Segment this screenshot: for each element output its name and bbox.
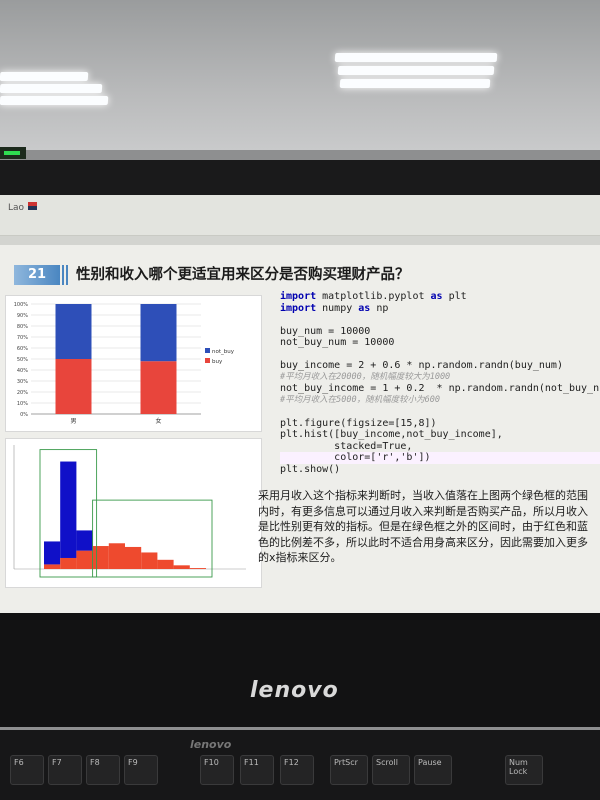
keyboard-key[interactable]: Num Lock [505, 755, 543, 785]
toolbar-icon[interactable]: Lao [8, 203, 24, 213]
x-tick-label: 男 [70, 418, 76, 425]
histogram-bar-red [108, 543, 125, 569]
keyboard-key[interactable]: Pause [414, 755, 452, 785]
ceiling-light [0, 84, 103, 93]
code-line: not_buy_num = 10000 [280, 337, 395, 348]
y-tick-label: 40% [17, 368, 28, 374]
code-line: stacked=True, [280, 440, 413, 452]
income-histogram [5, 438, 262, 588]
ceiling-background [0, 0, 600, 150]
y-tick-label: 20% [17, 390, 28, 396]
monitor-logo: lenovo [250, 678, 339, 703]
legend-swatch [205, 358, 210, 363]
explanation-paragraph: 采用月收入这个指标来判断时，当收入值落在上图两个绿色框的范围内时，有更多信息可以… [258, 488, 598, 566]
histogram-bar-red [92, 546, 109, 569]
y-tick-label: 60% [17, 346, 28, 352]
y-tick-label: 100% [14, 302, 29, 308]
histogram-bar-blue [60, 461, 77, 558]
monitor-chin [0, 612, 600, 727]
app-toolbar: Lao [0, 195, 600, 236]
y-tick-label: 80% [17, 324, 28, 330]
code-line: buy_num = 10000 [280, 325, 371, 337]
code-keyword: as [358, 302, 371, 314]
code-comment-line: #平均月收入在5000，随机幅度较小为600 [280, 394, 440, 405]
histogram-bar-red [125, 546, 142, 569]
keyboard-key[interactable]: F12 [280, 755, 314, 785]
exit-sign [0, 147, 26, 159]
ceiling-light [334, 53, 498, 62]
histogram-bar-red [141, 552, 158, 569]
ceiling-light [339, 79, 491, 88]
keyboard-key[interactable]: F6 [10, 755, 44, 785]
legend-label: buy [212, 359, 223, 365]
histogram-bar-red [60, 557, 77, 569]
slide-title: 性别和收入哪个更适宜用来区分是否购买理财产品？ [76, 267, 410, 283]
stacked-percent-chart-svg: 0% 10% 20% 30% 40% 50% 60% 70% 80% 90% 100% 男 女 not_b… [14, 302, 235, 425]
code-line: buy_income = 2 + 0.6 * np.random.randn(b… [280, 360, 563, 371]
y-tick-label: 70% [17, 335, 28, 341]
histogram-bar-red [173, 565, 190, 569]
bar-not_buy [140, 304, 177, 362]
code-line: color=['r','b']) [280, 452, 600, 464]
ceiling-light [0, 72, 89, 81]
legend-swatch [205, 348, 210, 353]
keyboard-key[interactable]: Scroll [372, 755, 410, 785]
bar-buy [140, 361, 177, 414]
ceiling-light [337, 66, 495, 75]
legend-label: not_buy [212, 349, 235, 355]
keyboard-logo: lenovo [190, 738, 232, 751]
keyboard-key[interactable]: F11 [240, 755, 274, 785]
histogram-bar-blue [44, 541, 61, 565]
histogram-bar-red [189, 568, 206, 569]
code-keyword: as [430, 291, 443, 302]
code-line: plt.figure(figsize=[15,8]) [280, 417, 437, 429]
bar-not_buy [55, 304, 92, 359]
keyboard-key[interactable]: PrtScr [330, 755, 368, 785]
histogram-bar-red [157, 559, 174, 569]
histogram-bar-red [76, 550, 93, 569]
histogram-bar-red [44, 564, 61, 569]
slide-title-bar: 21 性别和收入哪个更适宜用来区分是否购买理财产品？ [0, 261, 600, 287]
code-keyword: import [280, 302, 317, 314]
code-comment-line: #平均月收入在20000，随机幅度较大为1000 [280, 371, 451, 382]
stacked-percent-chart: 0% 10% 20% 30% 40% 50% 60% 70% 80% 90% 100% 男 女 not_b… [5, 295, 262, 432]
y-tick-label: 0% [20, 412, 28, 418]
histogram-bar-blue [76, 530, 93, 551]
x-tick-label: 女 [155, 417, 161, 425]
code-keyword: import [280, 291, 317, 302]
code-line: plt.hist([buy_income,not_buy_income], [280, 429, 503, 440]
income-histogram-svg [13, 445, 246, 578]
code-line: import numpy as np [280, 302, 389, 314]
slide-number: 21 [14, 265, 60, 285]
keyboard-key[interactable]: F8 [86, 755, 120, 785]
y-tick-label: 10% [17, 401, 28, 407]
explanation-text: 采用月收入这个指标来判断时，当收入值落在上图两个绿色框的范围内时，有更多信息可以… [258, 489, 588, 564]
y-tick-label: 30% [17, 379, 28, 385]
code-line: plt.show() [280, 463, 341, 475]
ceiling-light [0, 96, 109, 105]
code-line: import matplotlib.pyplot as plt [280, 291, 467, 302]
y-tick-label: 50% [17, 357, 28, 363]
bar-buy [55, 359, 92, 414]
keyboard-key[interactable]: F7 [48, 755, 82, 785]
keyboard-key[interactable]: F10 [200, 755, 234, 785]
y-tick-label: 90% [17, 313, 28, 319]
flag-icon[interactable] [28, 202, 37, 210]
code-line: not_buy_income = 1 + 0.2 * np.random.ran… [280, 383, 600, 394]
code-block: import matplotlib.pyplot as plt import nu… [280, 291, 600, 475]
stripe-decoration [62, 265, 70, 285]
keyboard-key[interactable]: F9 [124, 755, 158, 785]
